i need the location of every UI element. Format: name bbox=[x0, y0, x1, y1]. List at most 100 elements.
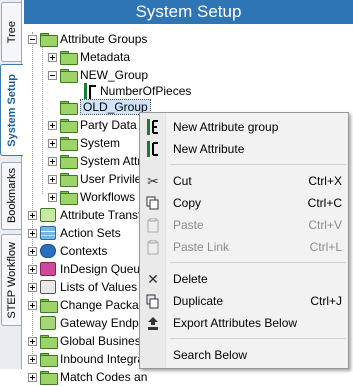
expand-icon[interactable] bbox=[28, 246, 37, 256]
folder-icon bbox=[40, 371, 58, 385]
gateway-icon bbox=[40, 316, 56, 330]
new-attribute-group-icon bbox=[140, 119, 166, 135]
tree-item-label: Metadata bbox=[80, 50, 131, 64]
expand-icon[interactable] bbox=[48, 192, 57, 202]
menu-item-search-below[interactable]: Search Below bbox=[140, 344, 348, 366]
globe-icon bbox=[40, 244, 56, 258]
expand-icon[interactable] bbox=[28, 354, 37, 364]
menu-item-label: Cut bbox=[173, 174, 192, 188]
copy-icon bbox=[140, 196, 166, 211]
menu-item-label: Paste Link bbox=[173, 240, 230, 254]
scissors-icon: ✂ bbox=[147, 173, 159, 189]
tree-item-change-packages[interactable]: Change Packag bbox=[28, 296, 145, 314]
tree-item-label: Attribute Transf bbox=[60, 208, 142, 222]
tab-system-setup[interactable]: System Setup bbox=[0, 64, 23, 156]
expand-icon[interactable] bbox=[48, 52, 57, 62]
side-tab-strip: Tree System Setup Bookmarks STEP Workflo… bbox=[0, 0, 23, 369]
collapse-icon[interactable] bbox=[48, 70, 57, 80]
expand-icon[interactable] bbox=[28, 300, 37, 310]
menu-separator bbox=[170, 262, 346, 263]
expand-icon[interactable] bbox=[48, 156, 57, 166]
folder-icon bbox=[60, 101, 78, 115]
tree-item-label: NEW_Group bbox=[80, 68, 149, 82]
menu-item-label: New Attribute bbox=[173, 142, 245, 156]
tree-item-contexts[interactable]: Contexts bbox=[28, 242, 107, 260]
tree-item-lists-of-values[interactable]: Lists of Values / bbox=[28, 278, 144, 296]
expand-icon[interactable] bbox=[48, 174, 57, 184]
tree-item-user-privileges[interactable]: User Privileg bbox=[48, 170, 148, 188]
expand-icon[interactable] bbox=[48, 138, 57, 148]
expand-icon[interactable] bbox=[28, 264, 37, 274]
folder-icon bbox=[60, 173, 78, 187]
collapse-icon[interactable] bbox=[28, 34, 37, 44]
tree-item-label: System Attr bbox=[80, 154, 142, 168]
menu-item-paste-link[interactable]: Paste Link Ctrl+L bbox=[140, 236, 348, 258]
expand-icon[interactable] bbox=[48, 120, 57, 130]
folder-icon bbox=[40, 299, 58, 313]
tab-tree[interactable]: Tree bbox=[1, 2, 21, 62]
tree-item-label: Match Codes an bbox=[60, 370, 148, 384]
tree-item-system[interactable]: System bbox=[48, 134, 120, 152]
tree-item-label: Change Packag bbox=[60, 298, 146, 312]
menu-item-label: Paste bbox=[173, 218, 204, 232]
tree-item-match-codes[interactable]: Match Codes an bbox=[28, 368, 147, 386]
tree-item-label: NumberOfPieces bbox=[100, 84, 192, 98]
tree-item-label: Action Sets bbox=[60, 226, 121, 240]
tree-item-label: Attribute Groups bbox=[60, 32, 148, 46]
tree-item-metadata[interactable]: Metadata bbox=[48, 48, 130, 66]
menu-item-label: New Attribute group bbox=[173, 120, 279, 134]
tree-item-old-group[interactable]: OLD_Group bbox=[60, 98, 151, 116]
tab-step-workflow[interactable]: STEP Workflow bbox=[1, 234, 21, 326]
expand-icon[interactable] bbox=[28, 372, 37, 382]
tree-guide-line bbox=[42, 44, 43, 194]
menu-item-new-attribute[interactable]: New Attribute bbox=[140, 138, 348, 160]
menu-item-copy[interactable]: Copy Ctrl+C bbox=[140, 192, 348, 214]
attribute-icon bbox=[82, 83, 96, 101]
list-icon bbox=[40, 280, 56, 294]
expand-icon[interactable] bbox=[28, 228, 37, 238]
tree-item-label: System bbox=[80, 136, 121, 150]
menu-item-paste[interactable]: Paste Ctrl+V bbox=[140, 214, 348, 236]
tree-item-gateway-endpoints[interactable]: Gateway Endpo bbox=[40, 314, 145, 332]
folder-icon bbox=[40, 335, 58, 349]
tree-item-global-business[interactable]: Global Business bbox=[28, 332, 147, 350]
tree-item-indesign-queue[interactable]: InDesign Queue bbox=[28, 260, 147, 278]
menu-item-cut[interactable]: ✂ Cut Ctrl+X bbox=[140, 170, 348, 192]
tab-system-setup-label: System Setup bbox=[6, 73, 18, 147]
tree-item-label: Gateway Endpo bbox=[60, 316, 146, 330]
expand-icon[interactable] bbox=[28, 210, 37, 220]
tree-item-label: Inbound Integra bbox=[60, 352, 145, 366]
menu-separator bbox=[170, 164, 346, 165]
tree-item-label: InDesign Queue bbox=[60, 262, 147, 276]
menu-item-label: Search Below bbox=[173, 348, 248, 362]
menu-item-duplicate[interactable]: Duplicate Ctrl+J bbox=[140, 290, 348, 312]
expand-icon[interactable] bbox=[28, 282, 37, 292]
tree-item-attribute-transformations[interactable]: Attribute Transf bbox=[28, 206, 141, 224]
tree-item-label: Party Data bbox=[80, 118, 137, 132]
menu-item-export-attributes-below[interactable]: Export Attributes Below bbox=[140, 312, 348, 334]
transformation-icon bbox=[40, 208, 56, 222]
tree-item-workflows[interactable]: Workflows bbox=[48, 188, 135, 206]
delete-x-icon: ✕ bbox=[147, 271, 159, 287]
tab-bookmarks[interactable]: Bookmarks bbox=[1, 162, 21, 230]
menu-item-shortcut: Ctrl+J bbox=[310, 294, 342, 308]
tree-item-party-data[interactable]: Party Data bbox=[48, 116, 137, 134]
tree-item-label: User Privileg bbox=[80, 172, 149, 186]
tree-item-attribute-groups[interactable]: Attribute Groups bbox=[28, 30, 147, 48]
tree-item-label: Global Business bbox=[60, 334, 147, 348]
tree-item-action-sets[interactable]: Action Sets bbox=[28, 224, 121, 242]
tree-item-inbound-integration[interactable]: Inbound Integra bbox=[28, 350, 144, 368]
menu-item-delete[interactable]: ✕ Delete bbox=[140, 268, 348, 290]
menu-item-label: Delete bbox=[173, 272, 208, 286]
folder-icon bbox=[60, 155, 78, 169]
expand-icon[interactable] bbox=[28, 336, 37, 346]
menu-item-new-attribute-group[interactable]: New Attribute group bbox=[140, 116, 348, 138]
new-attribute-icon bbox=[140, 141, 166, 157]
action-sets-icon bbox=[40, 226, 56, 240]
paste-icon bbox=[140, 217, 166, 233]
tree-item-system-attributes[interactable]: System Attr bbox=[48, 152, 141, 170]
duplicate-icon bbox=[140, 294, 166, 309]
context-menu: New Attribute group New Attribute ✂ Cut … bbox=[139, 112, 349, 369]
folder-icon bbox=[40, 353, 58, 367]
tree-item-label: Lists of Values / bbox=[60, 280, 144, 294]
